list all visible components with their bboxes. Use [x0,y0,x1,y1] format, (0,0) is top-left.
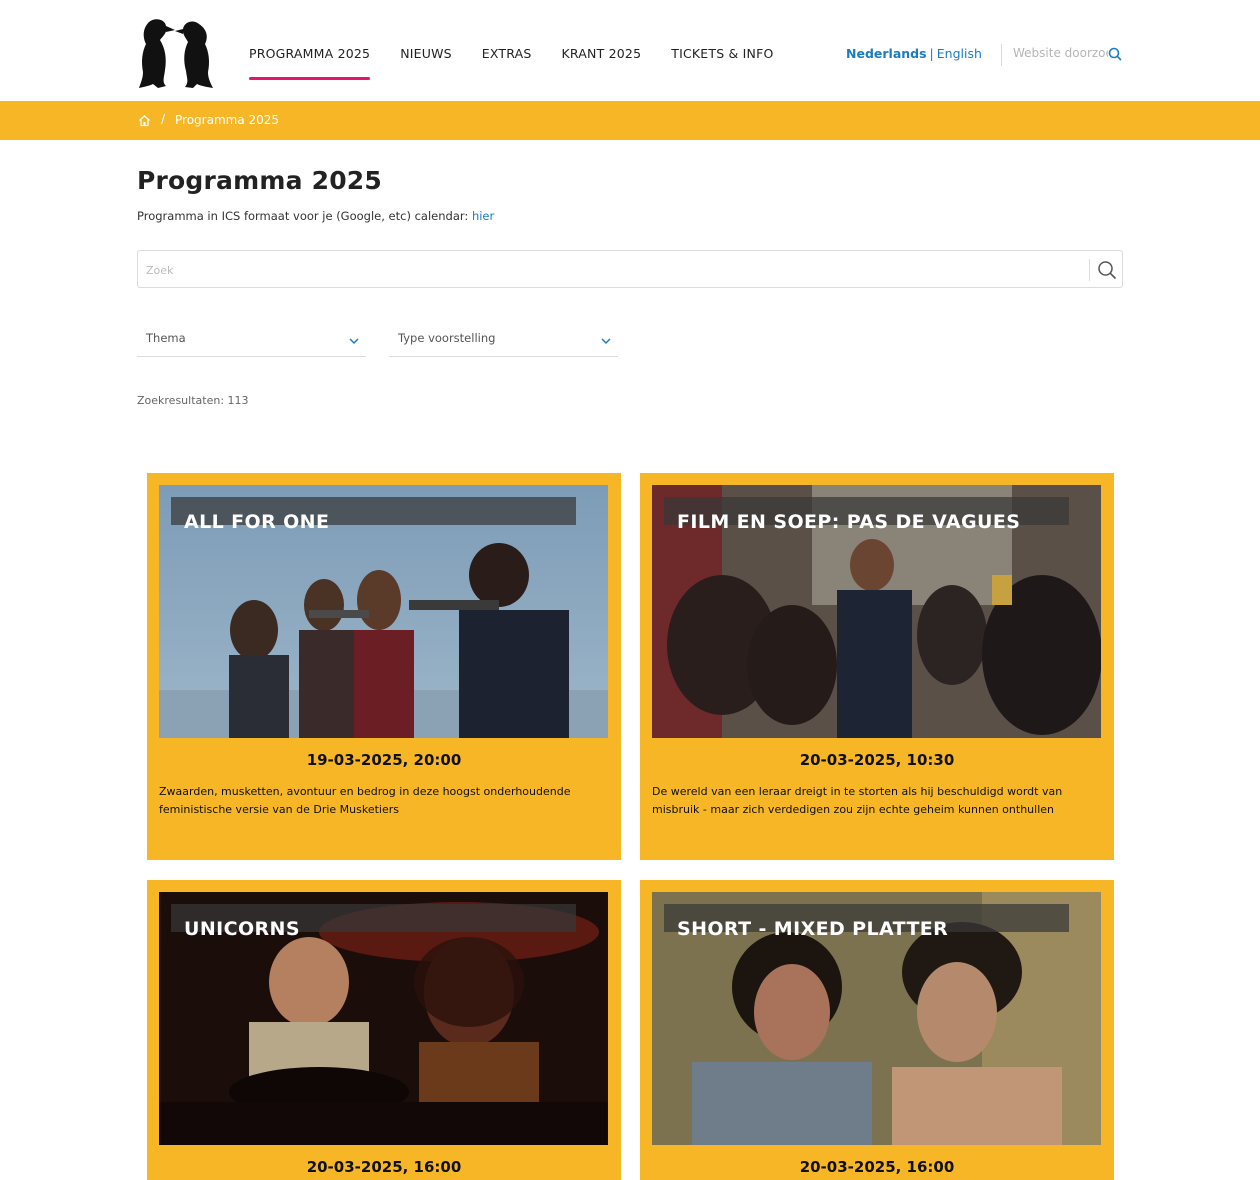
event-date: 20-03-2025, 10:30 [799,751,955,769]
penguins-logo[interactable] [135,16,217,90]
event-description: Zwaarden, musketten, avontuur en bedrog … [159,785,571,816]
nav-krant[interactable]: KRANT 2025 [562,46,642,61]
type-select[interactable]: Type voorstelling [389,322,618,357]
header-divider [1001,44,1002,66]
event-card[interactable]: FILM EN SOEP: PAS DE VAGUES 20-03-2025, … [640,473,1114,860]
nav-extras[interactable]: EXTRAS [482,46,532,61]
type-select-label: Type voorstelling [398,331,496,345]
lang-separator: | [929,46,934,61]
chevron-down-icon [600,332,612,345]
event-date: 20-03-2025, 16:00 [799,1158,955,1176]
nav-nieuws[interactable]: NIEUWS [400,46,452,61]
lang-en-link[interactable]: English [937,46,982,61]
event-card[interactable]: UNICORNS 20-03-2025, 16:00 [147,880,621,1180]
result-count: Zoekresultaten: 113 [137,394,249,407]
event-date: 20-03-2025, 16:00 [306,1158,462,1176]
main-nav: PROGRAMMA 2025 NIEUWS EXTRAS KRANT 2025 … [249,46,804,80]
nav-tickets-info[interactable]: TICKETS & INFO [671,46,773,61]
site-search-input[interactable] [1013,46,1108,60]
event-title: UNICORNS [184,918,300,940]
event-title: FILM EN SOEP: PAS DE VAGUES [677,511,1021,533]
event-description: De wereld van een leraar dreigt in te st… [652,785,1063,816]
event-card[interactable]: ALL FOR ONE 19-03-2025, 20:00 Zwaarden, … [147,473,621,860]
event-title: SHORT - MIXED PLATTER [677,918,949,940]
event-title: ALL FOR ONE [184,511,330,533]
program-search-input[interactable] [146,260,1076,280]
search-button[interactable] [1096,259,1118,281]
page-title: Programma 2025 [137,166,382,195]
site-header: PROGRAMMA 2025 NIEUWS EXTRAS KRANT 2025 … [0,0,1260,101]
lang-nl-link[interactable]: Nederlands [846,46,927,61]
nav-programma[interactable]: PROGRAMMA 2025 [249,46,371,80]
ics-text: Programma in ICS formaat voor je (Google… [137,209,472,223]
search-divider [1089,259,1090,281]
home-icon[interactable] [138,112,151,127]
language-switch: Nederlands | English [846,46,982,61]
ics-link[interactable]: hier [472,209,494,223]
theme-select-label: Thema [146,331,186,345]
breadcrumb-separator: / [161,112,166,126]
search-icon[interactable] [1108,46,1122,61]
event-card[interactable]: SHORT - MIXED PLATTER 20-03-2025, 16:00 [640,880,1114,1180]
breadcrumb-current: Programma 2025 [175,113,280,127]
chevron-down-icon [348,332,360,345]
ics-info: Programma in ICS formaat voor je (Google… [137,209,494,223]
program-search [137,250,1123,288]
search-icon [1098,261,1117,280]
theme-select[interactable]: Thema [137,322,366,357]
event-date: 19-03-2025, 20:00 [306,751,462,769]
